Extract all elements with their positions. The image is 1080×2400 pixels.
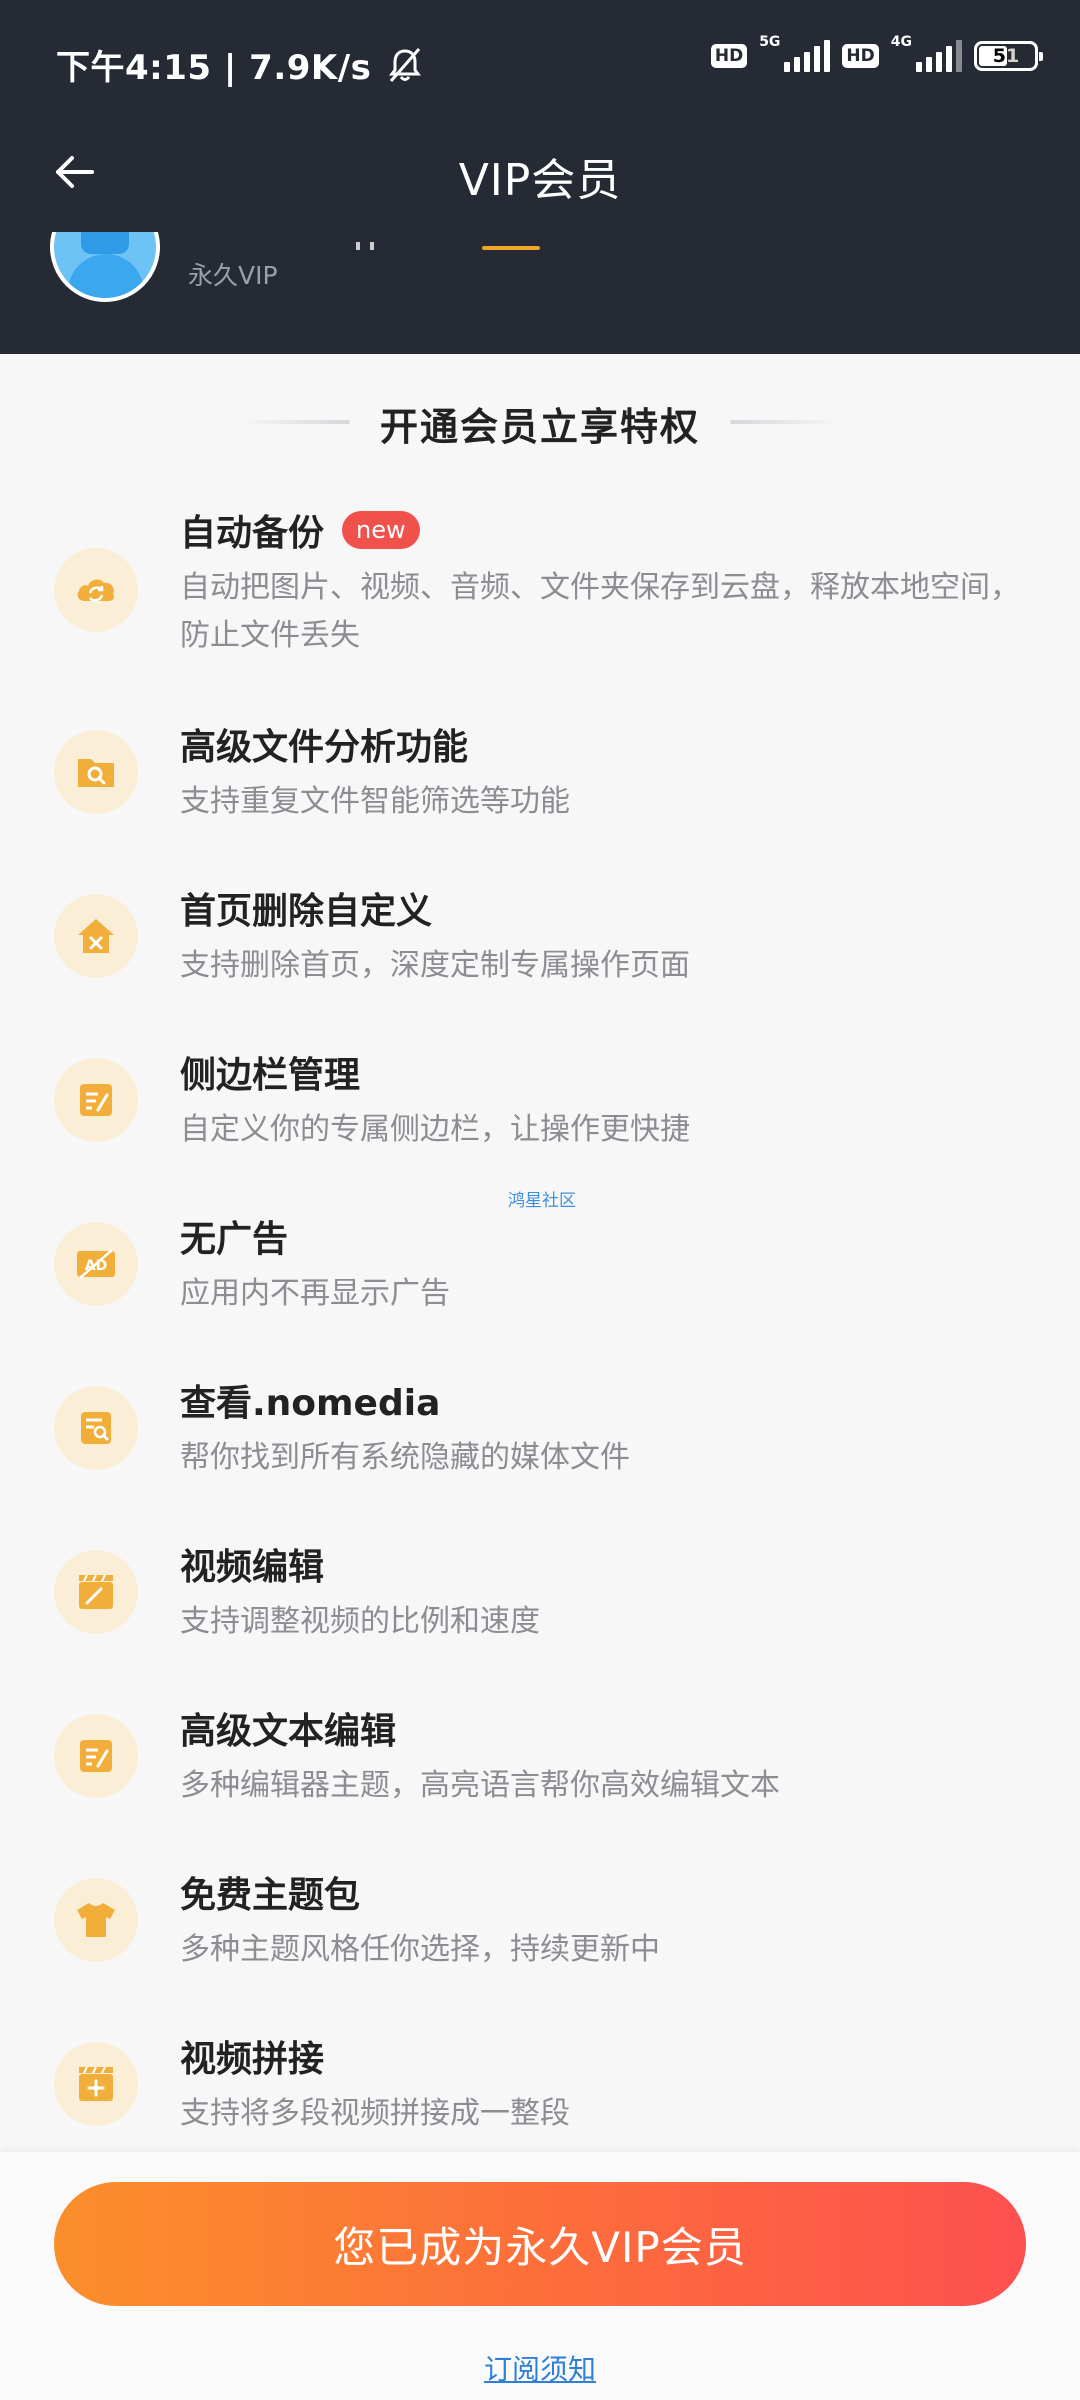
feature-desc: 支持将多段视频拼接成一整段 — [180, 2096, 570, 2131]
battery-level: 51 — [992, 45, 1020, 67]
feature-title: 视频编辑 — [180, 1547, 325, 1588]
feature-item: 高级文本编辑 多种编辑器主题，高亮语言帮你高效编辑文本 — [0, 1702, 1080, 1842]
divider-right — [730, 420, 840, 424]
ad-block-icon: AD — [54, 1222, 138, 1306]
vip-status-button[interactable]: 您已成为永久VIP会员 — [54, 2182, 1026, 2306]
feature-title: 侧边栏管理 — [180, 1055, 361, 1096]
bell-off-icon — [389, 47, 422, 82]
gold-accent-line — [482, 246, 540, 250]
text-edit-icon — [54, 1714, 138, 1798]
battery-icon: 51 — [974, 41, 1043, 71]
feature-item: 首页删除自定义 支持删除首页，深度定制专属操作页面 — [0, 882, 1080, 1022]
vip-level-label: 永久VIP — [188, 261, 278, 290]
feature-desc: 应用内不再显示广告 — [180, 1276, 450, 1311]
feature-item: 侧边栏管理 自定义你的专属侧边栏，让操作更快捷 — [0, 1046, 1080, 1186]
tshirt-icon — [54, 1878, 138, 1962]
header: 下午4:15 | 7.9K/s HD 5G HD 4G 51 VIP会员 永久V… — [0, 0, 1080, 354]
status-icons: HD 5G HD 4G 51 — [710, 34, 1043, 72]
feature-desc: 帮你找到所有系统隐藏的媒体文件 — [180, 1440, 630, 1475]
feature-item: 视频编辑 支持调整视频的比例和速度 — [0, 1538, 1080, 1678]
feature-title: 高级文件分析功能 — [180, 727, 469, 768]
feature-title: 免费主题包 — [180, 1875, 361, 1916]
cloud-sync-icon — [54, 548, 138, 632]
file-search-icon — [54, 1386, 138, 1470]
feature-desc: 自动把图片、视频、音频、文件夹保存到云盘，释放本地空间，防止文件丢失 — [180, 570, 1020, 653]
feature-desc: 支持调整视频的比例和速度 — [180, 1604, 540, 1639]
subscription-terms-link[interactable]: 订阅须知 — [0, 2348, 1080, 2388]
feature-title: 查看.nomedia — [180, 1383, 441, 1424]
title-bar: VIP会员 — [0, 126, 1080, 218]
home-delete-icon — [54, 894, 138, 978]
new-badge: new — [342, 511, 420, 549]
page-title: VIP会员 — [458, 155, 622, 206]
signal-icon — [916, 40, 962, 72]
video-add-icon — [54, 2042, 138, 2126]
feature-desc: 多种编辑器主题，高亮语言帮你高效编辑文本 — [180, 1768, 780, 1803]
status-time: 下午4:15 | 7.9K/s — [56, 40, 425, 89]
status-time-text: 下午4:15 | 7.9K/s — [56, 48, 372, 88]
feature-desc: 支持删除首页，深度定制专属操作页面 — [180, 948, 690, 983]
feature-desc: 多种主题风格任你选择，持续更新中 — [180, 1932, 660, 1967]
status-bar: 下午4:15 | 7.9K/s HD 5G HD 4G 51 — [0, 0, 1080, 126]
privileges-list[interactable]: 开通会员立享特权 自动备份 new 自动把图片、视频、音频、文件夹保存到云盘，释… — [0, 354, 1080, 2154]
feature-item: 查看.nomedia 帮你找到所有系统隐藏的媒体文件 — [0, 1374, 1080, 1514]
avatar[interactable] — [50, 232, 160, 302]
feature-item: AD 无广告 应用内不再显示广告 — [0, 1210, 1080, 1350]
feature-title: 首页删除自定义 — [180, 891, 433, 932]
feature-desc: 支持重复文件智能筛选等功能 — [180, 784, 570, 819]
feature-item: 免费主题包 多种主题风格任你选择，持续更新中 — [0, 1866, 1080, 2006]
feature-title: 高级文本编辑 — [180, 1711, 397, 1752]
profile-card: 永久VIP — [0, 232, 1080, 354]
edit-note-icon — [54, 1058, 138, 1142]
watermark: 鸿星社区 — [508, 1191, 576, 1211]
feature-title: 视频拼接 — [180, 2039, 325, 2080]
folder-search-icon — [54, 730, 138, 814]
feature-item: 高级文件分析功能 支持重复文件智能筛选等功能 — [0, 718, 1080, 858]
feature-title: 无广告 — [180, 1219, 289, 1260]
section-title: 开通会员立享特权 — [379, 405, 700, 449]
network-type: 5G — [759, 34, 781, 50]
hd-badge: HD — [710, 44, 748, 68]
feature-title: 自动备份 new — [180, 504, 420, 556]
feature-item: 自动备份 new 自动把图片、视频、音频、文件夹保存到云盘，释放本地空间，防止文… — [0, 504, 1080, 694]
network-type: 4G — [890, 34, 912, 50]
feature-item: 视频拼接 支持将多段视频拼接成一整段 — [0, 2030, 1080, 2154]
bottom-bar: 您已成为永久VIP会员 订阅须知 — [0, 2152, 1080, 2400]
hd-badge: HD — [842, 44, 879, 68]
feature-desc: 自定义你的专属侧边栏，让操作更快捷 — [180, 1112, 690, 1147]
clapper-edit-icon — [54, 1550, 138, 1634]
decorative-dots — [356, 242, 374, 250]
signal-icon — [784, 40, 831, 72]
